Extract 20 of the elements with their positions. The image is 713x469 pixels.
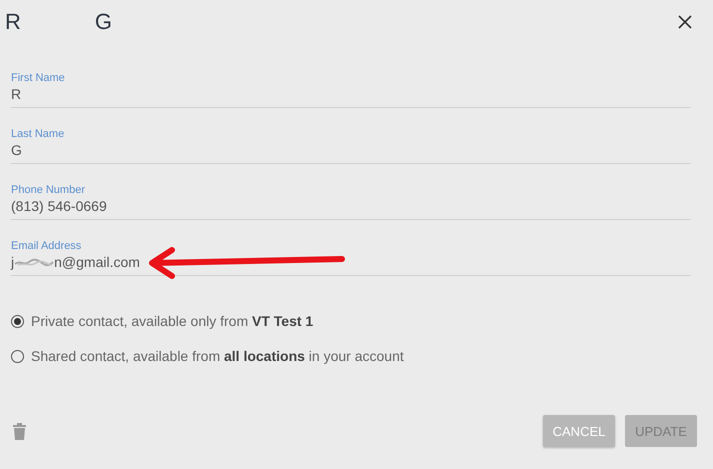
field-label: Email Address bbox=[11, 239, 82, 253]
radio-button[interactable] bbox=[11, 314, 24, 328]
last-name-title: G bbox=[94, 9, 112, 35]
radio-label: Private contact, available only from VT Test 1 bbox=[31, 313, 314, 329]
radio-button[interactable] bbox=[11, 350, 24, 362]
close-icon[interactable] bbox=[678, 15, 692, 29]
first-name-title: R bbox=[5, 9, 21, 35]
field-value: G bbox=[11, 141, 23, 160]
text-field[interactable]: Phone Number (813) 546-0669 bbox=[11, 183, 691, 220]
text-field[interactable]: First Name R bbox=[11, 71, 691, 108]
field-label: First Name bbox=[11, 71, 66, 85]
field-value: n@gmail.com bbox=[54, 253, 140, 272]
field-value: (813) 546-0669 bbox=[11, 197, 108, 216]
field-value: j bbox=[11, 253, 14, 272]
field-value: R bbox=[11, 85, 22, 104]
text-field[interactable]: Last Name G bbox=[11, 127, 691, 164]
field-label: Last Name bbox=[11, 127, 66, 141]
field-label: Phone Number bbox=[11, 183, 86, 197]
radio-label: Shared contact, available from all locations in your account bbox=[31, 348, 404, 364]
text-field[interactable]: Email Address j n@gmail.com bbox=[11, 239, 691, 276]
